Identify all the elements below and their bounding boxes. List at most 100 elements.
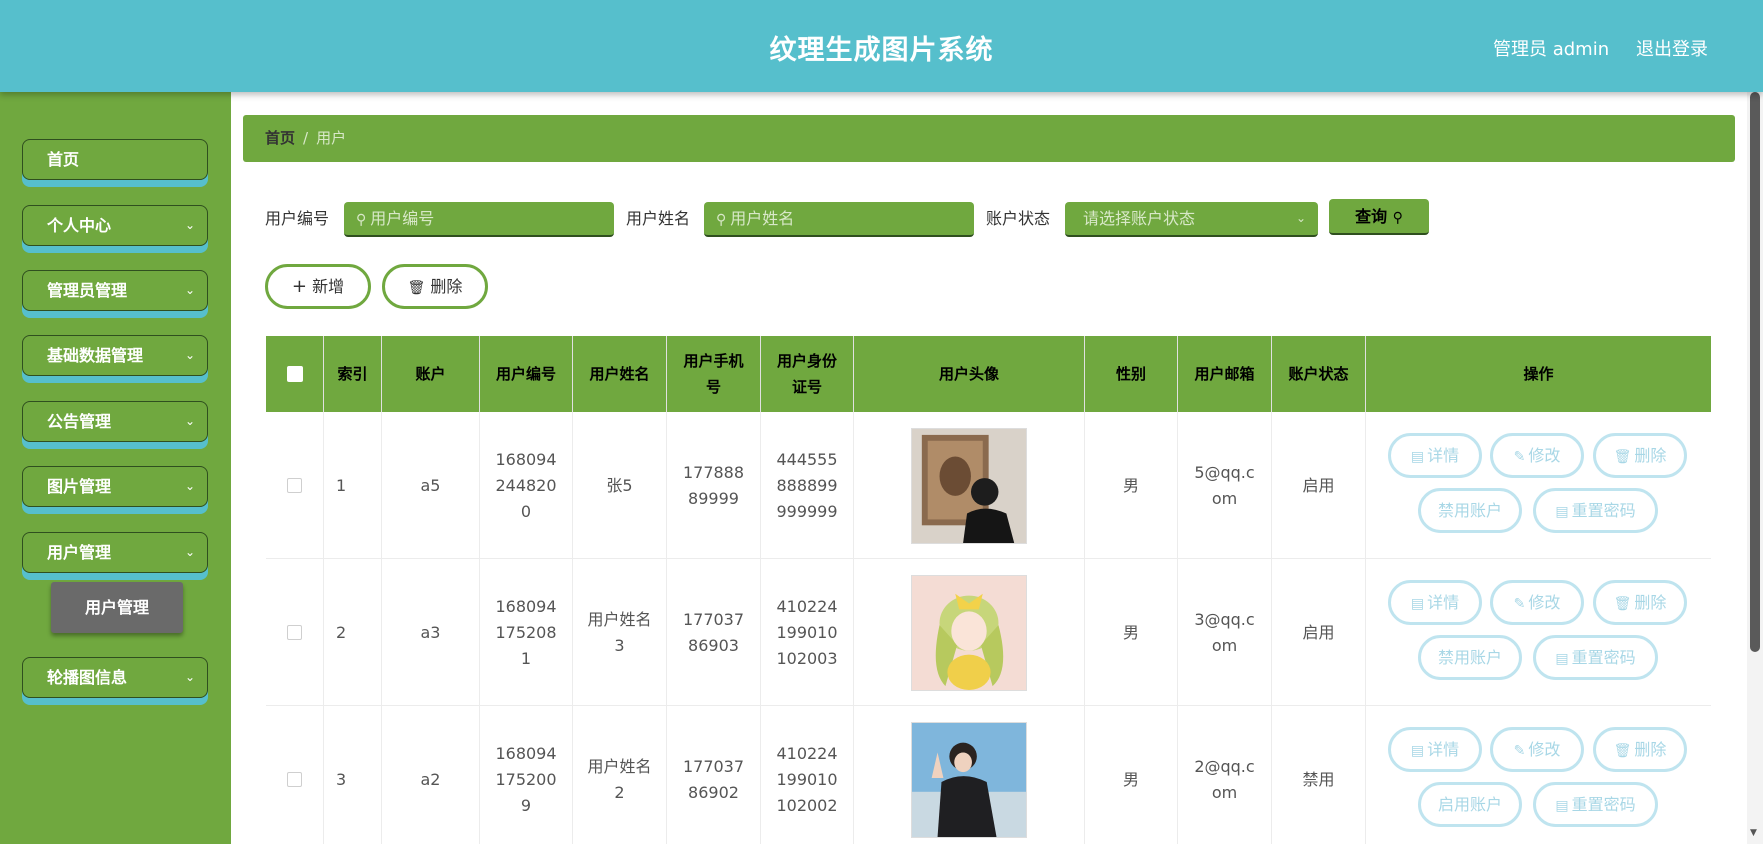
cell-phone: 17703786902 [667, 706, 761, 844]
user-avatar-image[interactable] [911, 721, 1027, 838]
cell-account: a3 [382, 559, 480, 706]
sidebar-item-base-data[interactable]: 基础数据管理 ⌄ [22, 335, 208, 376]
page-scrollbar[interactable]: ▼ [1747, 92, 1763, 844]
toggle-account-button[interactable]: 禁用账户 [1418, 488, 1522, 533]
edit-button[interactable]: ✎ 修改 [1490, 727, 1584, 772]
breadcrumb-separator: / [303, 129, 309, 147]
sidebar-item-label: 轮播图信息 [47, 668, 128, 687]
sidebar-item-label: 基础数据管理 [47, 346, 144, 365]
column-header: 用户身份证号 [761, 336, 854, 412]
cell-status: 禁用 [1272, 706, 1366, 844]
submenu-item-user-management[interactable]: 用户管理 [51, 582, 183, 633]
sidebar-item-notice[interactable]: 公告管理 ⌄ [22, 401, 208, 442]
row-checkbox[interactable] [287, 772, 302, 787]
breadcrumb-current: 用户 [316, 129, 347, 147]
document-icon: ▤ [1410, 596, 1425, 612]
sidebar-item-image-management[interactable]: 图片管理 ⌄ [22, 466, 208, 507]
user-avatar-image[interactable] [911, 574, 1027, 691]
logout-link[interactable]: 退出登录 [1636, 35, 1708, 61]
detail-button[interactable]: ▤ 详情 [1388, 580, 1482, 625]
sidebar-item-label: 首页 [47, 150, 80, 169]
user-no-input[interactable]: ⚲ 用户编号 [344, 202, 614, 237]
cell-gender: 男 [1085, 706, 1178, 844]
breadcrumb-home[interactable]: 首页 [265, 129, 295, 147]
toggle-account-button[interactable]: 禁用账户 [1418, 635, 1522, 680]
select-all-checkbox[interactable] [286, 366, 303, 382]
cell-user-no: 1680942448200 [480, 412, 573, 559]
document-icon: ▤ [1410, 449, 1425, 465]
current-user: 管理员 admin [1493, 39, 1610, 60]
cell-email: 5@qq.com [1178, 412, 1272, 559]
search-icon: ⚲ [1392, 210, 1403, 226]
cell-email: 2@qq.com [1178, 706, 1272, 844]
sidebar-item-personal-center[interactable]: 个人中心 ⌄ [22, 205, 208, 246]
scroll-down-arrow-icon[interactable]: ▼ [1750, 828, 1757, 838]
add-button[interactable]: + 新增 [265, 264, 371, 309]
chevron-down-icon: ⌄ [184, 670, 195, 684]
column-header: 账户 [382, 336, 480, 412]
detail-button[interactable]: ▤ 详情 [1388, 433, 1482, 478]
sidebar-item-label: 个人中心 [47, 216, 112, 235]
cell-account: a5 [382, 412, 480, 559]
row-checkbox[interactable] [287, 625, 302, 640]
cell-gender: 男 [1085, 412, 1178, 559]
sidebar-item-carousel[interactable]: 轮播图信息 ⌄ [22, 657, 208, 698]
sidebar-item-admin-management[interactable]: 管理员管理 ⌄ [22, 270, 208, 311]
cell-phone: 17788889999 [667, 412, 761, 559]
status-label: 账户状态 [986, 209, 1051, 228]
breadcrumb: 首页 / 用户 [243, 115, 1735, 162]
batch-delete-button[interactable]: 🗑 删除 [382, 264, 488, 309]
edit-button[interactable]: ✎ 修改 [1490, 580, 1584, 625]
document-icon: ▤ [1555, 798, 1569, 814]
cell-account: a2 [382, 706, 480, 844]
cell-id-card: 444555888899999999 [761, 412, 854, 559]
chevron-down-icon: ⌄ [184, 348, 195, 362]
user-avatar-image[interactable] [911, 427, 1027, 544]
document-icon: ▤ [1410, 743, 1425, 759]
cell-id-card: 410224199010102003 [761, 559, 854, 706]
cell-status: 启用 [1272, 412, 1366, 559]
delete-button[interactable]: 🗑 删除 [1593, 433, 1687, 478]
column-header: 性别 [1085, 336, 1178, 412]
user-no-label: 用户编号 [265, 209, 330, 228]
table-row: 2 a3 1680941752081 用户姓名3 17703786903 410… [266, 559, 1711, 706]
chevron-down-icon: ⌄ [184, 218, 195, 232]
edit-button[interactable]: ✎ 修改 [1490, 433, 1584, 478]
chevron-down-icon: ⌄ [184, 479, 195, 493]
toggle-account-button[interactable]: 启用账户 [1418, 782, 1522, 827]
column-header: 索引 [324, 336, 382, 412]
column-header: 用户手机号 [667, 336, 761, 412]
reset-password-button[interactable]: ▤ 重置密码 [1533, 635, 1658, 680]
sidebar-item-user-management[interactable]: 用户管理 ⌄ [22, 532, 208, 573]
query-button[interactable]: 查询 ⚲ [1329, 199, 1429, 235]
reset-password-button[interactable]: ▤ 重置密码 [1533, 488, 1658, 533]
cell-name: 张5 [573, 412, 667, 559]
user-name-label: 用户姓名 [626, 209, 691, 228]
detail-button[interactable]: ▤ 详情 [1388, 727, 1482, 772]
cell-actions: ▤ 详情 ✎ 修改 🗑 删除 禁用账户 ▤ 重置密码 [1366, 559, 1711, 706]
reset-password-button[interactable]: ▤ 重置密码 [1533, 782, 1658, 827]
user-name-input[interactable]: ⚲ 用户姓名 [704, 202, 974, 237]
table-row: 3 a2 1680941752009 用户姓名2 17703786902 410… [266, 706, 1711, 844]
cell-index: 2 [324, 559, 382, 706]
cell-status: 启用 [1272, 559, 1366, 706]
cell-index: 1 [324, 412, 382, 559]
row-checkbox[interactable] [287, 478, 302, 493]
search-icon: ⚲ [716, 212, 727, 228]
search-icon: ⚲ [356, 212, 367, 228]
sidebar-item-label: 公告管理 [47, 412, 112, 431]
document-icon: ▤ [1555, 651, 1569, 667]
chevron-down-icon: ⌄ [184, 283, 195, 297]
sidebar-item-home[interactable]: 首页 [22, 139, 208, 180]
cell-index: 3 [324, 706, 382, 844]
sidebar: 首页 个人中心 ⌄ 管理员管理 ⌄ 基础数据管理 ⌄ 公告管理 ⌄ 图片管理 ⌄ 用户管理… [0, 92, 231, 844]
chevron-down-icon: ⌄ [1295, 211, 1306, 225]
status-select[interactable]: 请选择账户状态 ⌄ [1065, 202, 1318, 237]
scrollbar-thumb[interactable] [1750, 92, 1760, 652]
trash-icon: 🗑 [1613, 743, 1632, 759]
delete-button[interactable]: 🗑 删除 [1593, 580, 1687, 625]
column-header: 用户姓名 [573, 336, 667, 412]
delete-button[interactable]: 🗑 删除 [1593, 727, 1687, 772]
cell-user-no: 1680941752009 [480, 706, 573, 844]
column-header: 操作 [1523, 365, 1554, 383]
